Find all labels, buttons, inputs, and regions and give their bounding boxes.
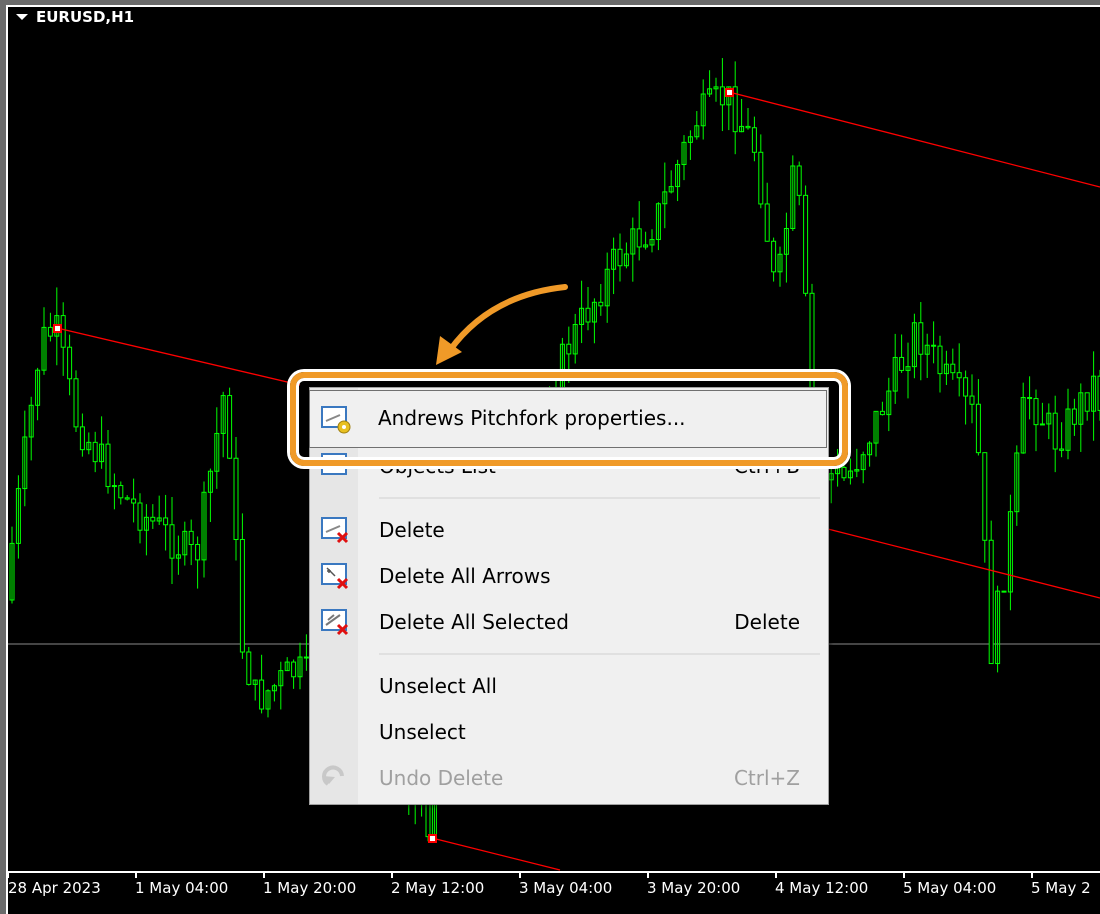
candle-body [239, 539, 245, 653]
candle-body [566, 343, 572, 355]
symbol-label: EURUSD,H1 [36, 8, 135, 26]
candle-body [195, 543, 201, 561]
candle-body [67, 346, 73, 380]
time-label: 3 May 04:00 [519, 879, 613, 897]
candle-body [163, 517, 169, 526]
time-label: 1 May 04:00 [135, 879, 229, 897]
candle-body [841, 466, 847, 479]
candle-body [745, 125, 751, 129]
time-label: 1 May 20:00 [263, 879, 357, 897]
pitchfork-line [56, 327, 301, 386]
candle-body [1027, 397, 1033, 400]
candle-body [47, 326, 53, 337]
candle-body [92, 441, 98, 463]
pitchfork-anchor-handle [428, 834, 437, 843]
menu-item-delete[interactable]: Delete [310, 508, 828, 552]
menu-item-delete-all-arrows[interactable]: Delete All Arrows [310, 554, 828, 598]
candle-body [918, 322, 924, 355]
candle-body [796, 165, 802, 196]
candle-body [105, 443, 111, 488]
delete-object-icon [321, 517, 349, 544]
candle-body [291, 661, 297, 678]
pitchfork-line [728, 91, 1100, 188]
candle-body [1033, 398, 1039, 426]
candle-body [1001, 590, 1007, 593]
candle-body [1059, 448, 1065, 451]
pitchfork-line [431, 837, 561, 871]
candle-body [758, 151, 764, 205]
candle-body [719, 86, 725, 106]
candle-body [188, 530, 194, 545]
menu-item-unselect[interactable]: Unselect [310, 710, 828, 754]
candle-body [931, 344, 937, 347]
candle-body [150, 516, 156, 522]
candle-body [1084, 392, 1090, 412]
candle-body [988, 539, 994, 665]
candle-body [73, 378, 79, 428]
candle-body [259, 679, 265, 710]
candle-body [118, 485, 124, 499]
pitchfork-anchor-handle [53, 324, 62, 333]
candle-body [137, 502, 143, 531]
menu-separator [379, 497, 820, 499]
menu-item-undo-delete: Undo Delete Ctrl+Z [310, 756, 828, 800]
candle-body [982, 452, 988, 541]
candle-body [79, 426, 85, 451]
candle-body [751, 127, 757, 153]
menu-item-delete-all-selected[interactable]: Delete All Selected Delete [310, 600, 828, 644]
candle-body [771, 240, 777, 273]
candle-body [585, 307, 591, 323]
candle-body [803, 194, 809, 294]
candle-body [131, 498, 137, 504]
candle-body [1071, 408, 1077, 425]
time-label: 5 May 2 [1031, 879, 1091, 897]
highlight-callout-box [290, 372, 848, 466]
candle-body [636, 228, 642, 248]
candle-body [246, 651, 252, 685]
candle-body [937, 345, 943, 375]
candle-body [879, 410, 885, 416]
candle-body [975, 403, 981, 454]
time-label: 28 Apr 2023 [8, 879, 101, 897]
candle-body [764, 203, 770, 242]
time-label: 3 May 20:00 [647, 879, 741, 897]
candle-body [969, 395, 975, 405]
pitchfork-line [819, 526, 1100, 599]
time-label: 2 May 12:00 [391, 879, 485, 897]
time-label: 4 May 12:00 [775, 879, 869, 897]
candle-body [425, 801, 431, 838]
candle-body [598, 301, 604, 307]
dropdown-triangle-icon[interactable] [16, 14, 28, 20]
chart-title[interactable]: EURUSD,H1 [16, 8, 134, 26]
menu-separator [379, 653, 820, 655]
candle-body [227, 395, 233, 459]
menu-item-unselect-all[interactable]: Unselect All [310, 664, 828, 708]
pitchfork-anchor-handle [725, 88, 734, 97]
time-label: 5 May 04:00 [903, 879, 997, 897]
candle-body [1052, 412, 1058, 450]
candle-body [963, 377, 969, 397]
candle-body [950, 363, 956, 374]
candle-body [169, 524, 175, 559]
candle-body [617, 248, 623, 267]
candle-body [1039, 423, 1045, 426]
candle-body [233, 457, 239, 541]
delete-selected-icon [321, 609, 349, 636]
undo-icon [322, 765, 344, 786]
delete-arrows-icon [321, 563, 349, 590]
candle-body [956, 372, 962, 379]
candle-body [124, 497, 130, 500]
candle-body [303, 656, 309, 659]
callout-arrow [447, 284, 568, 353]
candle-body [899, 356, 905, 371]
